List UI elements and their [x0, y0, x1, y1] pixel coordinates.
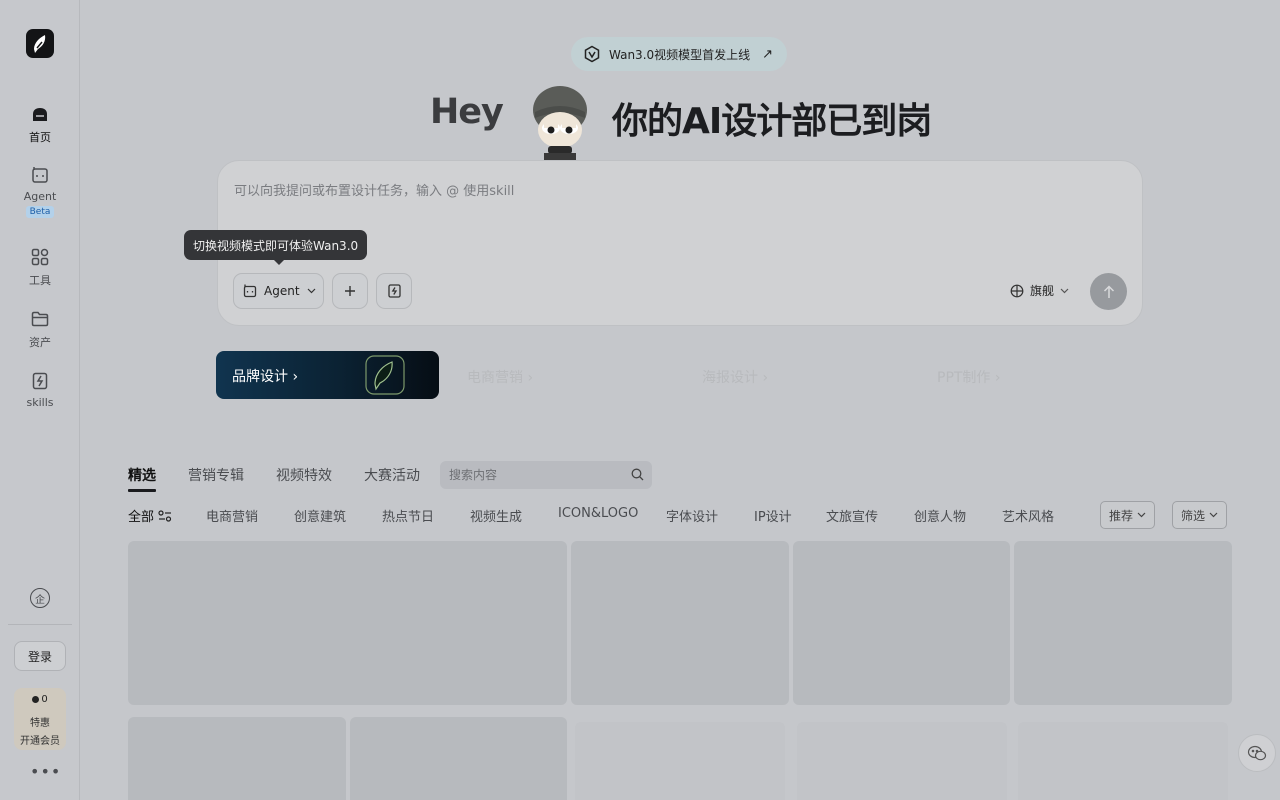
filter-tourism[interactable]: 文旅宣传: [826, 506, 878, 525]
more-icon[interactable]: •••: [30, 762, 60, 781]
tools-grid-icon: [30, 247, 50, 267]
skills-button[interactable]: [376, 273, 412, 309]
sort-label: 推荐: [1109, 508, 1134, 523]
tab-featured[interactable]: 精选: [128, 465, 156, 485]
points-value: 0: [41, 694, 48, 705]
video-mode-tooltip: 切换视频模式即可体验Wan3.0: [184, 230, 368, 265]
tab-video-effects[interactable]: 视频特效: [276, 465, 332, 485]
filter-ecommerce[interactable]: 电商营销: [206, 506, 258, 525]
tab-indicator: [128, 489, 156, 492]
sidebar-item-agent[interactable]: Agent Beta: [0, 165, 80, 218]
category-ppt[interactable]: PPT制作 ›: [937, 367, 1001, 387]
skills-icon: [387, 284, 401, 298]
skills-icon: [30, 371, 50, 391]
sidebar-divider: [8, 624, 72, 625]
beta-badge: Beta: [25, 206, 55, 218]
points-display: 0: [32, 694, 48, 705]
chevron-down-icon: [1060, 288, 1069, 293]
gallery-card[interactable]: [793, 541, 1010, 705]
content-search[interactable]: [440, 461, 652, 489]
join-member-label: 开通会员: [20, 736, 60, 747]
prompt-input[interactable]: 可以向我提问或布置设计任务，输入 @ 使用skill: [234, 180, 514, 199]
category-poster[interactable]: 海报设计 ›: [702, 367, 768, 387]
filter-all[interactable]: 全部: [128, 506, 172, 525]
announcement-banner[interactable]: Wan3.0视频模型首发上线 ↗: [571, 37, 787, 71]
chevron-down-icon: [307, 288, 315, 294]
tab-marketing[interactable]: 营销专辑: [188, 465, 244, 485]
wechat-icon: [1247, 745, 1267, 760]
announcement-text: Wan3.0视频模型首发上线: [609, 47, 751, 62]
brand-emblem-icon: [365, 355, 405, 395]
sidebar-item-label: Agent: [23, 190, 57, 203]
agent-mode-select[interactable]: Agent: [233, 273, 324, 309]
plus-icon: [345, 286, 355, 296]
sort-select[interactable]: 推荐: [1100, 501, 1156, 529]
filter-icon-logo[interactable]: ICON&LOGO: [558, 506, 638, 521]
app-logo[interactable]: [26, 29, 54, 58]
search-input[interactable]: [449, 468, 619, 482]
filter-holidays[interactable]: 热点节日: [382, 506, 434, 525]
points-icon: [32, 696, 40, 703]
home-icon: [30, 104, 50, 124]
chevron-down-icon: [1137, 512, 1146, 518]
filter-characters[interactable]: 创意人物: [914, 506, 966, 525]
category-brand-design[interactable]: 品牌设计 ›: [216, 351, 439, 399]
tab-contests[interactable]: 大赛活动: [364, 465, 420, 485]
filter-typography[interactable]: 字体设计: [666, 506, 718, 525]
filter-architecture[interactable]: 创意建筑: [294, 506, 346, 525]
sidebar-item-tools[interactable]: 工具: [0, 247, 80, 288]
sidebar-item-assets[interactable]: 资产: [0, 309, 80, 350]
filter-label: 全部: [128, 510, 155, 525]
gallery-card[interactable]: [128, 717, 346, 800]
wan-logo-icon: [584, 45, 600, 63]
enterprise-icon[interactable]: 企: [30, 588, 50, 608]
search-icon[interactable]: [631, 468, 644, 481]
sidebar-item-label: skills: [26, 396, 54, 409]
arrow-up-icon: [1103, 284, 1114, 298]
gallery-card[interactable]: [128, 541, 567, 705]
filter-ip-design[interactable]: IP设计: [754, 506, 792, 525]
send-button[interactable]: [1090, 273, 1127, 310]
sidebar: 首页 Agent Beta 工具 资产 skills 企 登录 0 特惠 开通会…: [0, 0, 80, 800]
hero-hey: Hey: [430, 92, 504, 132]
gallery-card[interactable]: [575, 722, 785, 800]
mascot-image: [526, 82, 594, 160]
category-label: 品牌设计 ›: [232, 369, 299, 385]
add-attachment-button[interactable]: [332, 273, 368, 309]
login-button[interactable]: 登录: [14, 641, 66, 671]
agent-mode-label: Agent: [264, 284, 300, 298]
hero-title: 你的AI设计部已到岗: [612, 101, 932, 142]
agent-icon: [243, 284, 257, 298]
model-select[interactable]: 旗舰: [1010, 282, 1069, 299]
arrow-up-right-icon: ↗: [762, 46, 773, 62]
sidebar-item-skills[interactable]: skills: [0, 371, 80, 409]
category-ecommerce[interactable]: 电商营销 ›: [467, 367, 533, 387]
sidebar-item-label: 工具: [29, 274, 51, 287]
wechat-support-button[interactable]: [1238, 734, 1276, 772]
filter-select-label: 筛选: [1181, 508, 1206, 523]
folder-icon: [30, 309, 50, 329]
filter-video[interactable]: 视频生成: [470, 506, 522, 525]
gallery-card[interactable]: [350, 717, 567, 800]
sidebar-item-label: 资产: [29, 336, 51, 349]
model-icon: [1010, 284, 1024, 297]
model-label: 旗舰: [1030, 284, 1055, 298]
filter-select[interactable]: 筛选: [1172, 501, 1228, 529]
member-promo: 特惠: [30, 718, 50, 729]
logo-mark-icon: [34, 34, 46, 53]
sidebar-item-home[interactable]: 首页: [0, 104, 80, 145]
filter-settings-icon: [158, 509, 172, 522]
chevron-down-icon: [1209, 512, 1218, 518]
filter-art-style[interactable]: 艺术风格: [1002, 506, 1054, 525]
gallery-card[interactable]: [797, 722, 1007, 800]
sidebar-item-label: 首页: [29, 131, 51, 144]
member-card[interactable]: 0 特惠 开通会员: [14, 688, 66, 750]
gallery-card[interactable]: [1018, 722, 1228, 800]
gallery-card[interactable]: [1014, 541, 1232, 705]
agent-icon: [30, 165, 50, 185]
gallery-card[interactable]: [571, 541, 789, 705]
